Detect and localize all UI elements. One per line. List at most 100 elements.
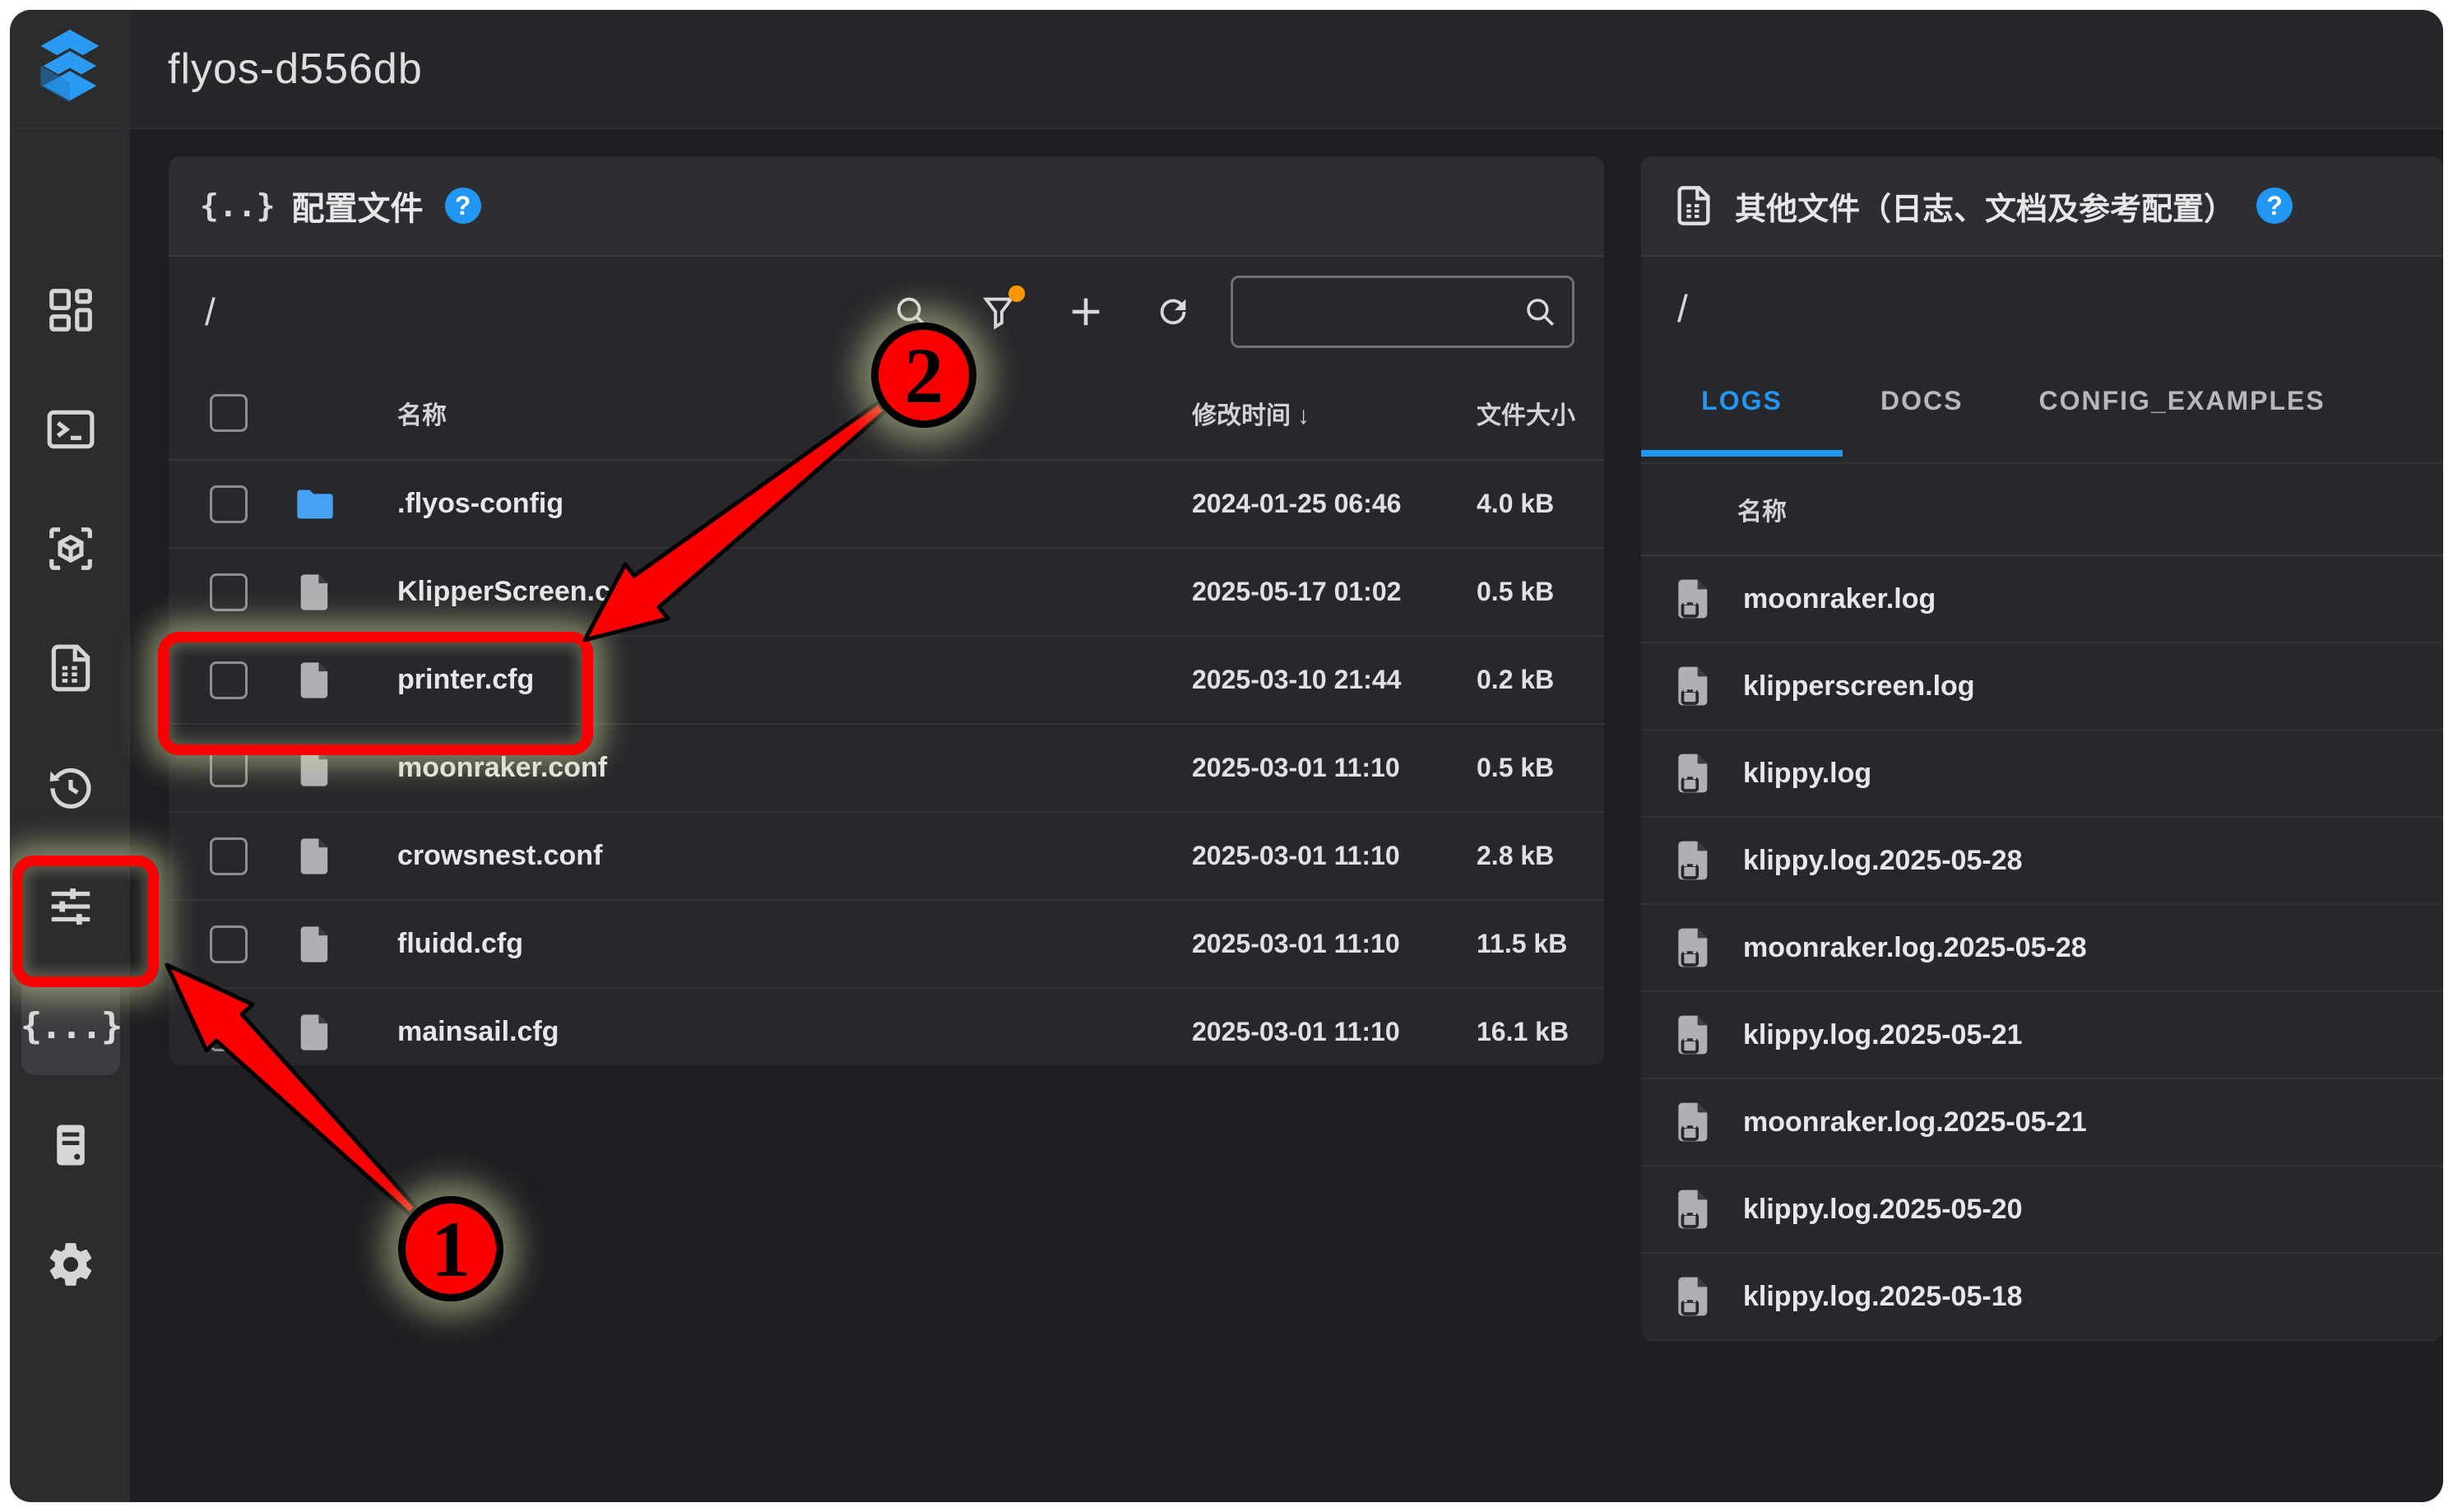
row-checkbox[interactable] bbox=[210, 573, 248, 611]
sidebar-item-dashboard[interactable] bbox=[21, 261, 120, 359]
filter-active-badge bbox=[1009, 285, 1025, 302]
file-icon bbox=[294, 659, 336, 702]
log-file-name: klipperscreen.log bbox=[1743, 670, 1975, 703]
logo[interactable] bbox=[10, 10, 130, 128]
braces-icon: {...} bbox=[21, 1005, 121, 1047]
list-item[interactable]: klippy.log.2025-05-28 bbox=[1641, 818, 2443, 905]
list-item[interactable]: moonraker.log.2025-05-28 bbox=[1641, 905, 2443, 992]
help-icon[interactable]: ? bbox=[445, 188, 481, 224]
row-checkbox[interactable] bbox=[210, 1013, 248, 1051]
search-input[interactable] bbox=[1233, 296, 1523, 327]
file-modified: 2025-03-01 11:10 bbox=[1192, 1017, 1435, 1047]
breadcrumb-path[interactable]: / bbox=[1677, 286, 1688, 331]
sidebar: {...} bbox=[10, 129, 130, 1502]
select-all-checkbox[interactable] bbox=[210, 394, 248, 432]
tab-config-examples[interactable]: CONFIG_EXAMPLES bbox=[2001, 359, 2363, 442]
sort-desc-icon: ↓ bbox=[1297, 402, 1310, 429]
icon-column-spacer bbox=[294, 392, 336, 434]
braces-icon: {..} bbox=[200, 188, 276, 224]
row-checkbox[interactable] bbox=[210, 661, 248, 699]
file-type-icon bbox=[294, 571, 336, 614]
log-file-name: klippy.log.2025-05-28 bbox=[1743, 845, 2023, 877]
table-row[interactable]: .flyos-config 2024-01-25 06:46 4.0 kB bbox=[169, 461, 1604, 549]
other-files-panel: 其他文件（日志、文档及参考配置） ? / LOGS DOCS CONFIG_EX… bbox=[1641, 156, 2443, 1341]
file-name: moonraker.conf bbox=[397, 752, 1192, 784]
row-checkbox[interactable] bbox=[210, 485, 248, 523]
console-icon bbox=[45, 404, 96, 455]
plus-icon bbox=[1067, 293, 1105, 331]
row-checkbox[interactable] bbox=[210, 925, 248, 963]
log-file-name: klippy.log.2025-05-20 bbox=[1743, 1194, 2023, 1226]
file-type-icon bbox=[294, 483, 336, 526]
search-box[interactable] bbox=[1231, 276, 1574, 348]
column-name[interactable]: 名称 bbox=[397, 395, 1192, 431]
table-row[interactable]: mainsail.cfg 2025-03-01 11:10 16.1 kB bbox=[169, 989, 1604, 1065]
file-size: 16.1 kB bbox=[1435, 1017, 1604, 1047]
file-modified: 2025-03-10 21:44 bbox=[1192, 665, 1435, 695]
table-row[interactable]: KlipperScreen.conf 2025-05-17 01:02 0.5 … bbox=[169, 549, 1604, 637]
cube-scan-icon bbox=[45, 523, 96, 574]
list-item[interactable]: klipperscreen.log bbox=[1641, 643, 2443, 730]
active-tab-indicator bbox=[1641, 450, 1843, 457]
column-name[interactable]: 名称 bbox=[1737, 491, 1787, 527]
sidebar-item-jobs[interactable] bbox=[21, 619, 120, 717]
sidebar-item-gcode-preview[interactable] bbox=[21, 499, 120, 598]
column-modified[interactable]: 修改时间↓ bbox=[1192, 395, 1435, 431]
other-toolbar: / bbox=[1641, 257, 2443, 359]
server-icon bbox=[45, 1120, 96, 1171]
add-file-button[interactable] bbox=[1061, 287, 1111, 336]
list-item[interactable]: klippy.log.2025-05-20 bbox=[1641, 1166, 2443, 1254]
list-item[interactable]: moonraker.log.2025-05-21 bbox=[1641, 1079, 2443, 1166]
app-window: flyos-d556db bbox=[10, 10, 2443, 1502]
list-item[interactable]: klippy.log bbox=[1641, 730, 2443, 818]
tab-logs[interactable]: LOGS bbox=[1641, 359, 1843, 442]
sidebar-item-configure[interactable]: {...} bbox=[21, 976, 120, 1075]
file-icon bbox=[294, 571, 336, 614]
row-checkbox[interactable] bbox=[210, 837, 248, 875]
history-icon bbox=[45, 762, 96, 813]
flyos-logo-icon bbox=[35, 30, 105, 109]
column-size[interactable]: 文件大小 bbox=[1435, 395, 1604, 431]
file-size: 0.5 kB bbox=[1435, 577, 1604, 607]
list-item[interactable]: klippy.log.2025-05-18 bbox=[1641, 1254, 2443, 1341]
table-row[interactable]: crowsnest.conf 2025-03-01 11:10 2.8 kB bbox=[169, 813, 1604, 901]
refresh-button[interactable] bbox=[1148, 287, 1198, 336]
search-icon bbox=[1523, 295, 1557, 329]
file-lock-icon bbox=[1671, 1186, 1717, 1232]
file-name: crowsnest.conf bbox=[397, 840, 1192, 872]
file-icon bbox=[294, 923, 336, 966]
file-lock-icon bbox=[1671, 837, 1717, 884]
file-modified: 2025-05-17 01:02 bbox=[1192, 577, 1435, 607]
sidebar-item-settings[interactable] bbox=[21, 1215, 120, 1314]
tab-docs[interactable]: DOCS bbox=[1843, 359, 2001, 442]
file-modified: 2025-03-01 11:10 bbox=[1192, 753, 1435, 783]
file-lock-icon bbox=[1671, 663, 1717, 709]
config-panel-title: 配置文件 bbox=[292, 182, 424, 230]
config-panel-header: {..} 配置文件 ? bbox=[169, 156, 1604, 257]
sidebar-item-tune[interactable] bbox=[21, 857, 120, 956]
other-table-header: 名称 bbox=[1641, 464, 2443, 556]
dashboard-icon bbox=[45, 285, 96, 336]
search-button[interactable] bbox=[887, 287, 936, 336]
file-modified: 2024-01-25 06:46 bbox=[1192, 489, 1435, 519]
sidebar-item-console[interactable] bbox=[21, 380, 120, 479]
file-modified: 2025-03-01 11:10 bbox=[1192, 841, 1435, 871]
table-row[interactable]: printer.cfg 2025-03-10 21:44 0.2 kB bbox=[169, 637, 1604, 725]
help-icon[interactable]: ? bbox=[2256, 188, 2293, 224]
table-row[interactable]: fluidd.cfg 2025-03-01 11:10 11.5 kB bbox=[169, 901, 1604, 989]
log-file-name: moonraker.log.2025-05-28 bbox=[1743, 932, 2087, 964]
breadcrumb-path[interactable]: / bbox=[205, 290, 216, 334]
config-files-panel: {..} 配置文件 ? / bbox=[169, 156, 1604, 1065]
file-lock-icon bbox=[1671, 1273, 1717, 1320]
table-row[interactable]: moonraker.conf 2025-03-01 11:10 0.5 kB bbox=[169, 725, 1604, 813]
log-file-name: klippy.log.2025-05-21 bbox=[1743, 1019, 2023, 1051]
row-checkbox[interactable] bbox=[210, 749, 248, 787]
list-item[interactable]: klippy.log.2025-05-21 bbox=[1641, 992, 2443, 1079]
sidebar-item-system[interactable] bbox=[21, 1096, 120, 1194]
sidebar-item-history[interactable] bbox=[21, 738, 120, 837]
filter-button[interactable] bbox=[974, 287, 1023, 336]
file-type-icon bbox=[294, 835, 336, 878]
app-bar: flyos-d556db bbox=[10, 10, 2443, 129]
file-lock-icon bbox=[1671, 576, 1717, 622]
list-item[interactable]: moonraker.log bbox=[1641, 556, 2443, 643]
